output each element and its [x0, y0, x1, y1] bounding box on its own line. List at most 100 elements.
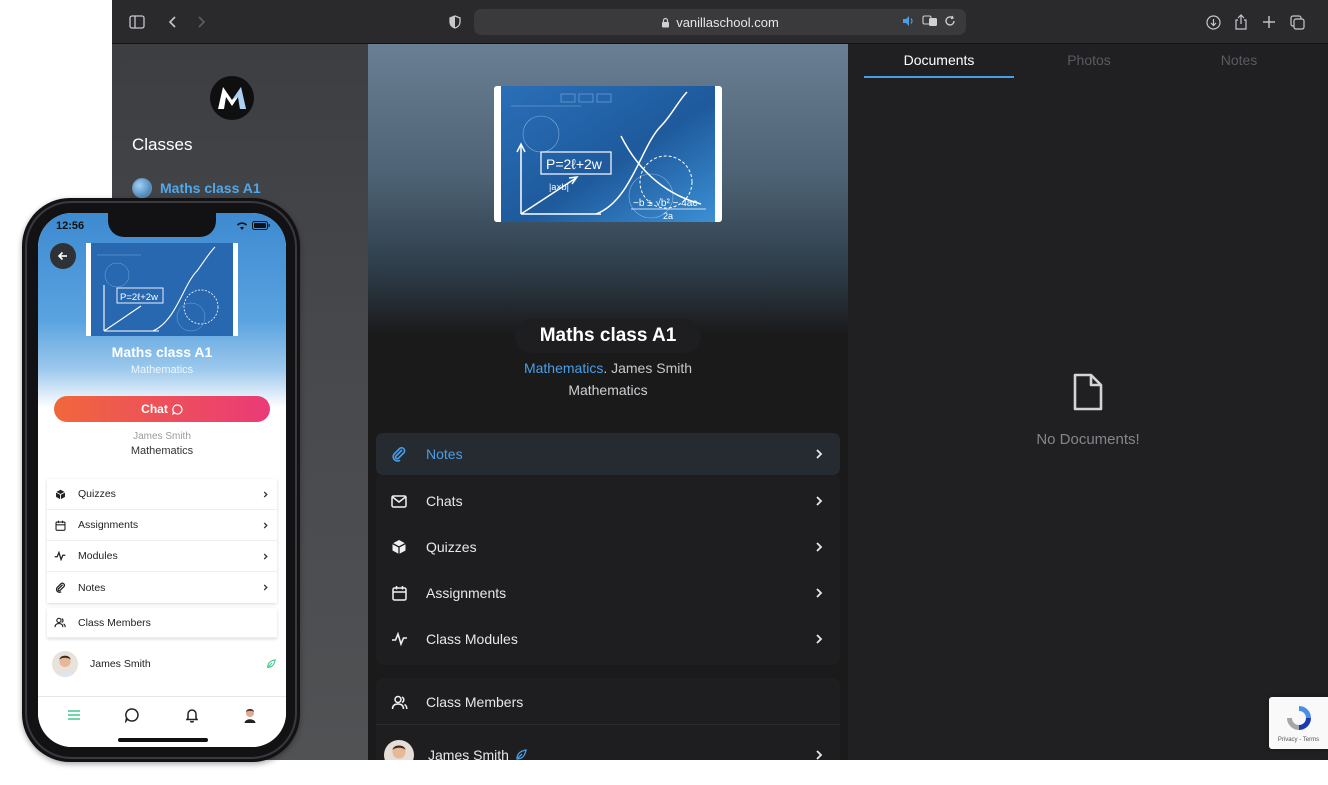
- subject-link[interactable]: Mathematics: [524, 360, 603, 376]
- member-name: James Smith: [428, 747, 509, 760]
- menu-item-label: Notes: [426, 446, 463, 462]
- phone-mockup: 12:56 P=2ℓ+2w Maths class A1 Mathematics: [22, 198, 300, 762]
- phone-screen: 12:56 P=2ℓ+2w Maths class A1 Mathematics: [38, 213, 286, 747]
- address-bar[interactable]: vanillaschool.com: [474, 9, 966, 35]
- phone-menu-item-quizzes[interactable]: Quizzes: [47, 479, 277, 510]
- class-members-row[interactable]: Class Members: [376, 681, 840, 723]
- speaker-icon[interactable]: [902, 15, 916, 27]
- phone-menu-label: Quizzes: [78, 488, 116, 500]
- privacy-shield-icon[interactable]: [444, 11, 466, 33]
- formula-cross: |a×b|: [549, 182, 569, 192]
- menu-item-notes[interactable]: Notes: [376, 433, 840, 475]
- phone-class-subject: Mathematics: [130, 364, 194, 376]
- menu-item-label: Chats: [426, 493, 463, 509]
- phone-menu-label: Notes: [78, 581, 106, 594]
- users-icon: [54, 617, 66, 629]
- profile-avatar-icon[interactable]: [242, 707, 258, 723]
- sidebar-item-maths-class[interactable]: Maths class A1: [132, 178, 261, 198]
- phone-class-title: Maths class A1: [111, 344, 213, 360]
- tab-notes[interactable]: Notes: [1164, 52, 1314, 68]
- forward-chevron-icon[interactable]: [190, 11, 212, 33]
- new-tab-plus-icon[interactable]: [1258, 11, 1280, 33]
- member-avatar: [384, 740, 414, 760]
- download-icon[interactable]: [1202, 11, 1224, 33]
- recaptcha-icon: [1287, 706, 1311, 730]
- phone-menu-item-notes[interactable]: Notes: [47, 572, 277, 603]
- mail-icon: [390, 492, 408, 510]
- menu-item-quizzes[interactable]: Quizzes: [376, 526, 840, 568]
- menu-item-class-modules[interactable]: Class Modules: [376, 618, 840, 660]
- chevron-right-icon: [812, 447, 826, 461]
- class-subtitle: Mathematics. James Smith: [368, 360, 848, 376]
- paperclip-icon: [390, 445, 408, 463]
- sidebar-toggle-icon[interactable]: [126, 11, 148, 33]
- phone-class-members-row[interactable]: Class Members: [47, 608, 277, 638]
- back-chevron-icon[interactable]: [162, 11, 184, 33]
- phone-subject-line: Mathematics: [130, 445, 194, 457]
- recaptcha-links[interactable]: Privacy - Terms: [1269, 737, 1328, 743]
- phone-formula-perimeter: P=2ℓ+2w: [120, 292, 158, 303]
- lock-icon: [662, 17, 670, 27]
- calendar-icon: [390, 584, 408, 602]
- teacher-name: James Smith: [611, 360, 693, 376]
- chevron-right-icon: [261, 583, 270, 592]
- phone-menu-label: Assignments: [78, 519, 139, 531]
- chevron-right-icon: [812, 540, 826, 554]
- browser-toolbar: vanillaschool.com: [112, 0, 1328, 44]
- phone-member-name: James Smith: [90, 658, 151, 670]
- status-icons: [236, 221, 270, 230]
- status-time: 12:56: [56, 220, 85, 232]
- class-subject-line: Mathematics: [568, 382, 648, 398]
- tab-overview-icon[interactable]: [1286, 11, 1308, 33]
- url-text: vanillaschool.com: [676, 14, 779, 30]
- menu-item-label: Quizzes: [426, 539, 477, 555]
- share-icon[interactable]: [1230, 11, 1252, 33]
- battery-icon: [252, 221, 270, 230]
- recaptcha-badge[interactable]: Privacy - Terms: [1269, 697, 1328, 749]
- classes-heading: Classes: [132, 135, 193, 154]
- home-indicator: [118, 738, 208, 742]
- chevron-right-icon: [812, 632, 826, 646]
- phone-menu-item-assignments[interactable]: Assignments: [47, 510, 277, 541]
- phone-menu-label: Modules: [78, 550, 118, 562]
- reload-icon[interactable]: [944, 15, 956, 27]
- menu-item-label: Assignments: [426, 585, 507, 601]
- tab-photos[interactable]: Photos: [1014, 52, 1164, 68]
- paperclip-icon: [54, 582, 66, 594]
- chevron-right-icon: [812, 748, 826, 760]
- school-logo[interactable]: [210, 76, 254, 120]
- member-row[interactable]: James Smith: [376, 734, 840, 760]
- chat-icon[interactable]: [124, 707, 140, 723]
- phone-teacher-name: James Smith: [133, 431, 191, 442]
- cube-icon: [54, 488, 66, 500]
- menu-item-chats[interactable]: Chats: [376, 480, 840, 522]
- leaf-icon: [267, 659, 276, 668]
- divider: [376, 724, 840, 725]
- calendar-icon: [54, 519, 66, 531]
- bell-icon[interactable]: [184, 707, 200, 723]
- chat-button-label: Chat: [141, 402, 168, 416]
- users-icon: [390, 693, 408, 711]
- formula-denominator: 2a: [663, 211, 673, 221]
- class-members-label: Class Members: [426, 694, 524, 710]
- tab-documents[interactable]: Documents: [864, 52, 1014, 68]
- member-avatar: [52, 651, 78, 677]
- leaf-icon: [515, 749, 812, 760]
- phone-member-row[interactable]: James Smith: [52, 650, 276, 678]
- chevron-right-icon: [812, 494, 826, 508]
- formula-perimeter: P=2ℓ+2w: [546, 156, 603, 172]
- translate-icon[interactable]: [922, 15, 938, 27]
- chat-button[interactable]: Chat: [54, 396, 270, 422]
- menu-icon[interactable]: [66, 707, 82, 723]
- class-detail-panel: P=2ℓ+2w |a×b| −b ± √b² − 4ac 2a Maths cl…: [368, 44, 848, 760]
- back-arrow-button[interactable]: [50, 243, 76, 269]
- chevron-right-icon: [812, 586, 826, 600]
- phone-notch: [108, 213, 216, 237]
- class-title: Maths class A1: [515, 319, 701, 353]
- chevron-right-icon: [261, 490, 270, 499]
- cube-icon: [390, 538, 408, 556]
- chevron-right-icon: [261, 552, 270, 561]
- phone-menu-item-modules[interactable]: Modules: [47, 541, 277, 572]
- menu-item-assignments[interactable]: Assignments: [376, 572, 840, 614]
- sidebar-item-label: Maths class A1: [160, 180, 261, 196]
